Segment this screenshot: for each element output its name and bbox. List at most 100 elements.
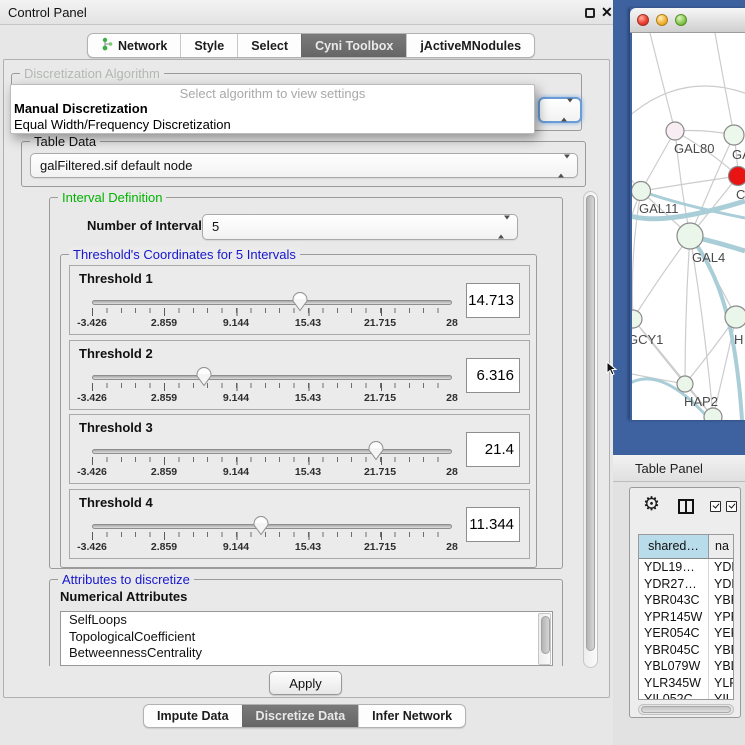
tab-cyni-toolbox[interactable]: Cyni Toolbox: [301, 34, 406, 57]
float-window-icon[interactable]: [585, 8, 595, 18]
cell-name[interactable]: YBR0: [709, 592, 733, 609]
table-row[interactable]: YER054CYER0: [639, 625, 733, 642]
scale-label: 21.715: [364, 466, 396, 478]
algorithm-combobox[interactable]: [538, 97, 582, 123]
network-node-H[interactable]: [725, 306, 745, 328]
threshold-value-field[interactable]: 11.344: [466, 507, 520, 542]
tab-network[interactable]: Network: [88, 34, 180, 57]
cell-name[interactable]: YDL1: [709, 559, 733, 576]
column-header-shared-name[interactable]: shared…: [639, 535, 709, 558]
table-data-label: Table Data: [30, 134, 100, 149]
cell-name[interactable]: YBR0: [709, 642, 733, 659]
tab-label: Infer Network: [372, 709, 452, 723]
slider-track[interactable]: [92, 300, 452, 305]
thresholds-group-label: Threshold's Coordinates for 5 Intervals: [69, 247, 300, 262]
cell-shared-name[interactable]: YIL052C: [639, 691, 709, 699]
attribute-list-items: SelfLoopsTopologicalCoefficientBetweenne…: [61, 612, 552, 662]
cell-name[interactable]: YDR2: [709, 576, 733, 593]
dropdown-option-equal-width-frequency[interactable]: Equal Width/Frequency Discretization: [11, 117, 534, 133]
gear-icon[interactable]: ⚙: [643, 493, 660, 515]
cell-shared-name[interactable]: YPR145W: [639, 609, 709, 626]
cell-name[interactable]: YBL0: [709, 658, 733, 675]
network-node-GAL4[interactable]: [677, 223, 703, 249]
cell-shared-name[interactable]: YBR045C: [639, 642, 709, 659]
network-node-GAL80[interactable]: [666, 122, 684, 140]
threshold-panel-3: Threshold 3-3.4262.8599.14415.4321.71528…: [69, 414, 530, 484]
cell-shared-name[interactable]: YLR345W: [639, 675, 709, 692]
settings-scrollbar[interactable]: [583, 191, 598, 668]
cell-shared-name[interactable]: YDR27…: [639, 576, 709, 593]
tab-select[interactable]: Select: [237, 34, 301, 57]
tab-bar: NetworkStyleSelectCyni ToolboxjActiveMNo…: [87, 33, 535, 58]
network-node-GA[interactable]: [724, 125, 744, 145]
network-node-GAL11[interactable]: [632, 182, 651, 201]
table-hscrollbar-thumb[interactable]: [641, 706, 731, 713]
table-data-combobox[interactable]: galFiltered.sif default node: [30, 153, 578, 178]
table-row[interactable]: YLR345WYLR3: [639, 675, 733, 692]
scale-label: 28: [446, 392, 458, 404]
network-edge: [633, 236, 690, 319]
cell-name[interactable]: YIL0: [709, 691, 733, 699]
attribute-item-selfloops[interactable]: SelfLoops: [61, 612, 552, 629]
scale-label: -3.426: [77, 541, 107, 553]
slider-track[interactable]: [92, 524, 452, 529]
network-node-C[interactable]: [729, 167, 745, 186]
table-row[interactable]: YPR145WYPR1: [639, 609, 733, 626]
close-icon[interactable]: ✕: [601, 3, 613, 22]
tab-style[interactable]: Style: [180, 34, 237, 57]
threshold-value-field[interactable]: 21.4: [466, 432, 520, 467]
cell-shared-name[interactable]: YBR043C: [639, 592, 709, 609]
network-canvas[interactable]: GAL80GACGAL11GAL4GCY1HHAP2: [632, 33, 745, 420]
table-row[interactable]: YBR043CYBR0: [639, 592, 733, 609]
numerical-attributes-list[interactable]: SelfLoopsTopologicalCoefficientBetweenne…: [60, 611, 553, 666]
scale-label: 28: [446, 541, 458, 553]
cell-name[interactable]: YLR3: [709, 675, 733, 692]
attribute-item-topologicalcoefficient[interactable]: TopologicalCoefficient: [61, 629, 552, 646]
table-row[interactable]: YBL079WYBL0: [639, 658, 733, 675]
dropdown-option-manual-discretization[interactable]: Manual Discretization: [11, 101, 534, 117]
network-node-GCY1[interactable]: [632, 310, 642, 328]
apply-button[interactable]: Apply: [269, 671, 342, 695]
tab-jactivemnodules[interactable]: jActiveMNodules: [406, 34, 534, 57]
slider-track[interactable]: [92, 375, 452, 380]
table-hscrollbar[interactable]: [638, 704, 734, 715]
table-row[interactable]: YBR045CYBR0: [639, 642, 733, 659]
scale-label: 9.144: [223, 317, 249, 329]
minimize-traffic-light[interactable]: [656, 14, 668, 26]
cell-shared-name[interactable]: YDL19…: [639, 559, 709, 576]
network-graph: GAL80GACGAL11GAL4GCY1HHAP2: [632, 33, 745, 420]
network-edge: [641, 131, 675, 191]
slider-track[interactable]: [92, 449, 452, 454]
tab-impute-data[interactable]: Impute Data: [144, 705, 242, 727]
table-row[interactable]: YDR27…YDR2: [639, 576, 733, 593]
tab-infer-network[interactable]: Infer Network: [358, 705, 465, 727]
table-row[interactable]: YIL052CYIL0: [639, 691, 733, 699]
attribute-item-betweennesscentrality[interactable]: BetweennessCentrality: [61, 645, 552, 662]
table-rows: YDL19…YDL1YDR27…YDR2YBR043CYBR0YPR145WYP…: [639, 559, 733, 699]
cell-name[interactable]: YPR1: [709, 609, 733, 626]
number-of-intervals-combobox[interactable]: 5: [202, 214, 518, 240]
list-scrollbar[interactable]: [538, 613, 551, 665]
thresholds-group: Threshold's Coordinates for 5 Intervals …: [60, 254, 537, 568]
network-node-HAP2[interactable]: [677, 376, 693, 392]
columns-icon[interactable]: [678, 499, 694, 514]
tab-discretize-data[interactable]: Discretize Data: [242, 705, 359, 727]
column-header-name[interactable]: na: [709, 535, 733, 558]
threshold-value-field[interactable]: 6.316: [466, 358, 520, 393]
network-node-partial[interactable]: [704, 408, 722, 420]
scale-label: -3.426: [77, 392, 107, 404]
checkbox-icon[interactable]: [710, 501, 721, 512]
network-window-titlebar[interactable]: [630, 8, 745, 33]
zoom-traffic-light[interactable]: [675, 14, 687, 26]
checkbox-icon[interactable]: [726, 501, 737, 512]
table-row[interactable]: YDL19…YDL1: [639, 559, 733, 576]
cell-name[interactable]: YER0: [709, 625, 733, 642]
table-panel-titlebar: Table Panel: [613, 455, 745, 482]
close-traffic-light[interactable]: [637, 14, 649, 26]
settings-scrollbar-thumb[interactable]: [586, 195, 595, 651]
control-panel-titlebar: Control Panel ✕: [0, 0, 613, 25]
threshold-value-field[interactable]: 14.713: [466, 283, 520, 318]
cell-shared-name[interactable]: YBL079W: [639, 658, 709, 675]
cell-shared-name[interactable]: YER054C: [639, 625, 709, 642]
list-scrollbar-thumb[interactable]: [541, 616, 550, 654]
